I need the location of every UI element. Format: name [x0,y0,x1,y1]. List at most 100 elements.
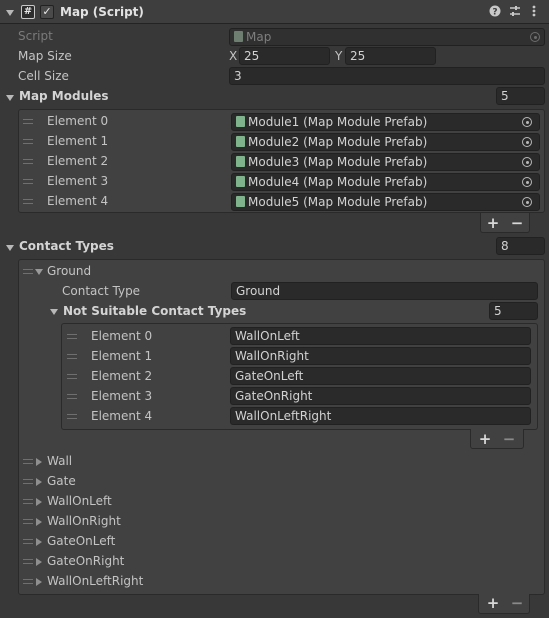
contact-types-label[interactable]: Contact Types [19,239,114,253]
object-picker-icon[interactable] [522,117,532,127]
collapsed-foldout-arrow[interactable] [36,478,42,486]
contact-type-element-label[interactable]: WallOnLeft [47,494,112,508]
drag-handle[interactable] [23,119,33,124]
not-suitable-element-label: Element 3 [91,389,153,403]
map-size-y-label[interactable]: Y [335,49,342,63]
prefab-icon [236,156,245,167]
contact-type-element-label[interactable]: GateOnRight [47,554,124,568]
map-module-object-field[interactable]: Module2 (Map Module Prefab) [231,133,540,151]
collapsed-foldout-arrow[interactable] [36,518,42,526]
drag-handle[interactable] [23,559,33,564]
prefab-icon [236,196,245,207]
map-size-label: Map Size [18,49,72,63]
map-module-value: Module1 (Map Module Prefab) [248,115,428,129]
map-modules-foldout-arrow[interactable] [6,95,14,101]
map-module-element-label: Element 1 [47,134,109,148]
not-suitable-element-dropdown[interactable]: WallOnRight [230,347,531,365]
map-module-object-field[interactable]: Module5 (Map Module Prefab) [231,193,540,211]
contact-type-label: Contact Type [62,284,141,298]
map-module-object-field[interactable]: Module4 (Map Module Prefab) [231,173,540,191]
map-module-element-label: Element 2 [47,154,109,168]
help-icon[interactable]: ? [488,5,502,20]
drag-handle[interactable] [23,199,33,204]
map-module-value: Module2 (Map Module Prefab) [248,135,428,149]
not-suitable-remove-button[interactable]: − [500,430,518,448]
object-picker-icon[interactable] [522,157,532,167]
not-suitable-add-button[interactable]: + [476,430,494,448]
contact-types-add-button[interactable]: + [484,594,502,612]
ground-foldout-arrow[interactable] [35,269,43,275]
map-size-x-input[interactable]: 25 [239,47,330,65]
object-picker-icon[interactable] [522,137,532,147]
cell-size-label: Cell Size [18,69,69,83]
not-suitable-element-label: Element 1 [91,349,153,363]
drag-handle[interactable] [23,459,33,464]
drag-handle[interactable] [23,519,33,524]
map-modules-remove-button[interactable]: − [508,214,526,232]
map-module-object-field[interactable]: Module3 (Map Module Prefab) [231,153,540,171]
map-modules-label[interactable]: Map Modules [19,89,109,103]
contact-types-foldout-arrow[interactable] [6,245,14,251]
contact-types-size-input[interactable]: 8 [496,237,545,255]
drag-handle[interactable] [23,539,33,544]
map-module-object-field[interactable]: Module1 (Map Module Prefab) [231,113,540,131]
contact-type-dropdown[interactable]: Ground [231,282,538,300]
drag-handle[interactable] [23,579,33,584]
map-modules-add-button[interactable]: + [484,214,502,232]
script-value: Map [246,30,272,44]
presets-icon[interactable] [508,5,522,20]
not-suitable-element-label: Element 4 [91,409,153,423]
script-icon: # [21,5,35,19]
drag-handle[interactable] [23,499,33,504]
prefab-icon [236,116,245,127]
map-module-value: Module5 (Map Module Prefab) [248,195,428,209]
script-asset-icon [234,31,243,42]
contact-types-remove-button[interactable]: − [508,594,526,612]
not-suitable-element-dropdown[interactable]: GateOnLeft [230,367,531,385]
not-suitable-element-label: Element 0 [91,329,153,343]
drag-handle[interactable] [67,354,77,359]
not-suitable-label[interactable]: Not Suitable Contact Types [63,304,246,318]
not-suitable-size-input[interactable]: 5 [489,302,538,320]
contact-type-element-label[interactable]: WallOnLeftRight [47,574,143,588]
component-title: Map (Script) [60,5,144,19]
drag-handle[interactable] [67,374,77,379]
collapsed-foldout-arrow[interactable] [36,578,42,586]
drag-handle[interactable] [23,269,33,274]
component-enabled-checkbox[interactable]: ✓ [40,5,54,19]
contact-type-element-label[interactable]: WallOnRight [47,514,121,528]
not-suitable-foldout-arrow[interactable] [50,309,58,315]
map-modules-size-input[interactable]: 5 [496,87,545,105]
kebab-menu-icon[interactable] [528,5,540,20]
script-label: Script [18,29,53,43]
collapsed-foldout-arrow[interactable] [36,498,42,506]
contact-type-element-label[interactable]: Wall [47,454,72,468]
contact-type-element-label[interactable]: Ground [47,264,91,278]
drag-handle[interactable] [23,479,33,484]
script-picker-icon [530,32,540,42]
cell-size-input[interactable]: 3 [229,67,545,85]
drag-handle[interactable] [23,159,33,164]
svg-text:?: ? [492,8,497,18]
drag-handle[interactable] [67,414,77,419]
drag-handle[interactable] [23,179,33,184]
contact-type-element-label[interactable]: Gate [47,474,76,488]
not-suitable-element-dropdown[interactable]: GateOnRight [230,387,531,405]
map-module-element-label: Element 0 [47,114,109,128]
map-size-y-input[interactable]: 25 [345,47,436,65]
drag-handle[interactable] [23,139,33,144]
object-picker-icon[interactable] [522,197,532,207]
not-suitable-element-dropdown[interactable]: WallOnLeft [230,327,531,345]
map-module-value: Module3 (Map Module Prefab) [248,155,428,169]
not-suitable-element-dropdown[interactable]: WallOnLeftRight [230,407,531,425]
component-foldout-arrow[interactable] [6,10,14,16]
collapsed-foldout-arrow[interactable] [36,458,42,466]
contact-type-element-label[interactable]: GateOnLeft [47,534,115,548]
object-picker-icon[interactable] [522,177,532,187]
collapsed-foldout-arrow[interactable] [36,538,42,546]
drag-handle[interactable] [67,334,77,339]
collapsed-foldout-arrow[interactable] [36,558,42,566]
map-size-x-label[interactable]: X [229,49,237,63]
drag-handle[interactable] [67,394,77,399]
script-field: Map [229,28,545,46]
